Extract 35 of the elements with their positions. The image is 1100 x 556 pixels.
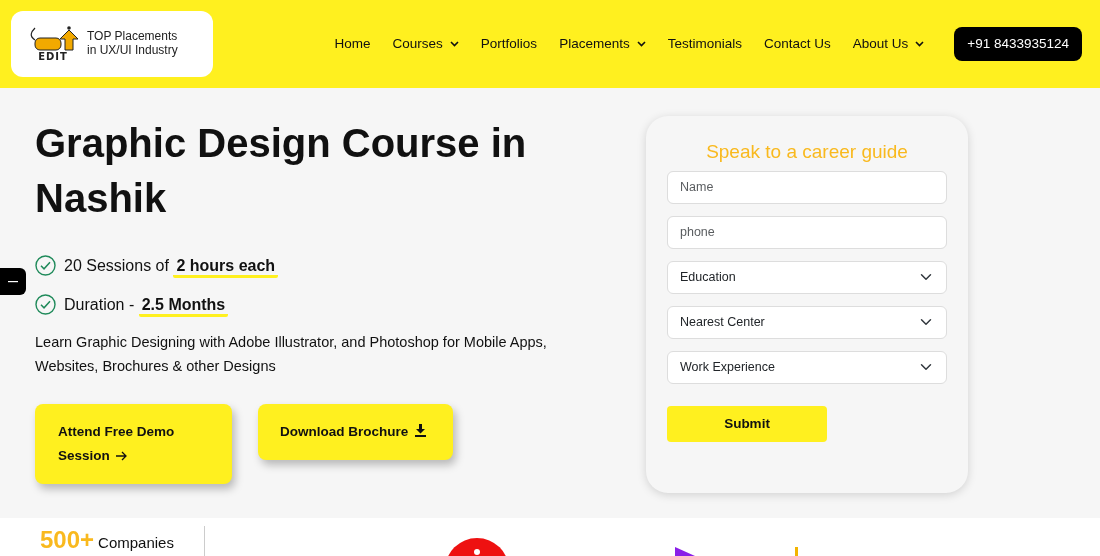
dropdown-select[interactable]: Work Experience xyxy=(667,350,947,384)
nav-link[interactable]: Courses xyxy=(392,33,459,55)
nav-link[interactable]: Placements xyxy=(559,33,646,55)
dash-icon xyxy=(8,280,18,283)
submit-button[interactable]: Submit xyxy=(667,405,827,442)
nav-link[interactable]: Contact Us xyxy=(763,33,831,55)
check-circle-icon xyxy=(35,255,56,276)
download-icon xyxy=(415,423,427,437)
feature-text: 20 Sessions of 2 hours each xyxy=(64,253,279,278)
demo-button[interactable]: Attend Free Demo Session xyxy=(35,404,232,484)
text-input-field[interactable]: Name xyxy=(667,170,947,204)
dropdown-select[interactable]: Nearest Center xyxy=(667,305,947,339)
text-input-field[interactable]: phone xyxy=(667,215,947,249)
logo-text: EDIT xyxy=(38,52,68,62)
check-circle-icon xyxy=(35,294,56,315)
stat-number: 500+ xyxy=(40,528,95,552)
feature-text: Duration - 2.5 Months xyxy=(64,292,229,317)
nav-link[interactable]: About Us xyxy=(852,33,925,55)
form-title: Speak to a career guide xyxy=(705,141,909,164)
nav-link[interactable]: Portfolios xyxy=(480,33,538,55)
description-text: Learn Graphic Designing with Adobe Illustrator, and Photoshop for Mobile Apps, Websites, Brochures & other Designs xyxy=(35,333,548,376)
logo-tagline: in UX/UI Industry xyxy=(87,44,178,58)
page-heading: Graphic Design Course in Nashik xyxy=(35,120,528,222)
caret-icon xyxy=(449,41,459,47)
caret-icon xyxy=(636,41,646,47)
brochure-button[interactable]: Download Brochure xyxy=(258,404,453,460)
side-tab-button[interactable] xyxy=(0,268,26,295)
nav-link[interactable]: Testimonials xyxy=(667,33,742,55)
phone-button[interactable]: +91 8433935124 xyxy=(954,26,1082,62)
arrow-right-icon xyxy=(115,451,128,462)
logo-tagline: TOP Placements xyxy=(87,30,178,44)
stat-label: Companies xyxy=(98,533,174,553)
caret-icon xyxy=(915,41,925,47)
dropdown-select[interactable]: Education xyxy=(667,260,947,294)
nav-link[interactable]: Home xyxy=(334,33,371,55)
